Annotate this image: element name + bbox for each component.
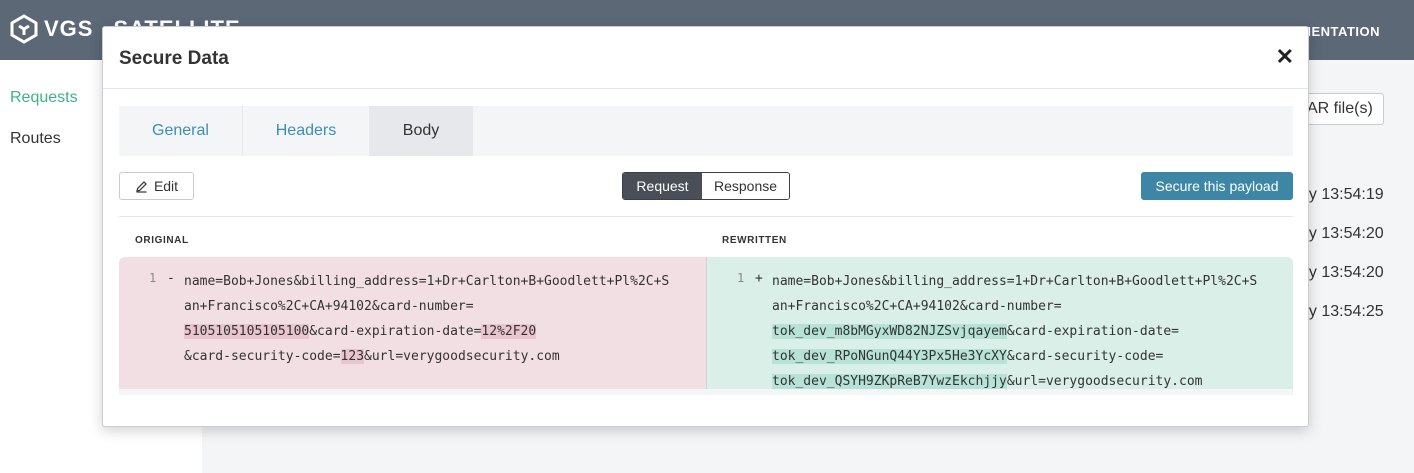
original-label: ORIGINAL (135, 235, 189, 246)
original-code: name=Bob+Jones&billing_address=1+Dr+Carl… (184, 269, 694, 369)
request-response-toggle: Request Response (622, 172, 790, 200)
code-text: name=Bob+Jones&billing_address=1+Dr+Carl… (772, 274, 1258, 289)
vgs-logo-icon (10, 14, 38, 44)
divider (119, 216, 1293, 217)
body-toolbar: Edit Request Response Secure this payloa… (119, 172, 1293, 217)
request-time: ay 13:54:20 (1300, 264, 1384, 281)
code-line: name=Bob+Jones&billing_address=1+Dr+Carl… (772, 269, 1282, 294)
highlighted-value: 12%2F20 (481, 324, 537, 339)
code-text: an+Francisco%2C+CA+94102&card-number= (772, 299, 1062, 314)
close-icon[interactable]: ✕ (1276, 46, 1294, 68)
request-toggle-button[interactable]: Request (623, 173, 702, 199)
code-line: &card-security-code=123&url=verygoodsecu… (184, 344, 694, 369)
line-number: 1 (737, 271, 745, 285)
highlighted-value: tok_dev_QSYH9ZKpReB7YwzEkchjjy (772, 374, 1007, 389)
tab-body[interactable]: Body (370, 106, 473, 156)
tab-bar: General Headers Body (119, 106, 1293, 156)
rewritten-label: REWRITTEN (722, 235, 787, 246)
tab-general[interactable]: General (119, 106, 243, 156)
nav-documentation[interactable]: MENTATION (1300, 24, 1380, 39)
code-text: an+Francisco%2C+CA+94102&card-number= (184, 299, 474, 314)
code-line: name=Bob+Jones&billing_address=1+Dr+Carl… (184, 269, 694, 294)
highlighted-value: tok_dev_RPoNGunQ44Y3Px5He3YcXY (772, 349, 1007, 364)
edit-button[interactable]: Edit (119, 172, 194, 200)
highlighted-value: tok_dev_m8bMGyxWD82NJZSvjqayem (772, 324, 1007, 339)
code-line: tok_dev_m8bMGyxWD82NJZSvjqayem&card-expi… (772, 319, 1282, 344)
request-time: ay 13:54:25 (1300, 303, 1384, 320)
code-text: &card-expiration-date= (1006, 324, 1179, 339)
code-text: &url=verygoodsecurity.com (364, 349, 560, 364)
code-text: &url=verygoodsecurity.com (1006, 374, 1203, 389)
pencil-icon (136, 180, 147, 193)
request-time: ay 13:54:20 (1300, 225, 1384, 242)
removed-sign: - (167, 271, 175, 286)
highlighted-value: 123 (340, 349, 365, 364)
modal-header: Secure Data ✕ (103, 27, 1308, 89)
highlighted-value: 5105105105105100 (184, 324, 310, 339)
code-text: &card-expiration-date= (309, 324, 482, 339)
response-toggle-button[interactable]: Response (702, 173, 789, 199)
code-line: tok_dev_RPoNGunQ44Y3Px5He3YcXY&card-secu… (772, 344, 1282, 369)
sidebar-item-requests[interactable]: Requests (10, 89, 78, 107)
code-text: &card-security-code= (184, 349, 341, 364)
code-line: 5105105105105100&card-expiration-date=12… (184, 319, 694, 344)
code-line: an+Francisco%2C+CA+94102&card-number= (772, 294, 1282, 319)
diff-footer (119, 389, 1293, 395)
sidebar-item-routes[interactable]: Routes (10, 130, 61, 148)
code-line: an+Francisco%2C+CA+94102&card-number= (184, 294, 694, 319)
rewritten-diff-panel: 1 + name=Bob+Jones&billing_address=1+Dr+… (707, 257, 1293, 395)
added-sign: + (755, 271, 763, 286)
brand-name: VGS (44, 16, 94, 41)
secure-payload-button[interactable]: Secure this payload (1141, 172, 1293, 200)
code-text: &card-security-code= (1006, 349, 1164, 364)
line-number: 1 (149, 271, 157, 285)
edit-label: Edit (153, 178, 179, 194)
code-text: name=Bob+Jones&billing_address=1+Dr+Carl… (184, 274, 670, 289)
modal-title: Secure Data (119, 48, 229, 69)
tab-headers[interactable]: Headers (243, 106, 370, 156)
rewritten-code: name=Bob+Jones&billing_address=1+Dr+Carl… (772, 269, 1282, 394)
request-time: ay 13:54:19 (1300, 186, 1384, 203)
original-diff-panel: 1 - name=Bob+Jones&billing_address=1+Dr+… (119, 257, 706, 395)
secure-data-modal: Secure Data ✕ General Headers Body Edit … (102, 26, 1309, 427)
